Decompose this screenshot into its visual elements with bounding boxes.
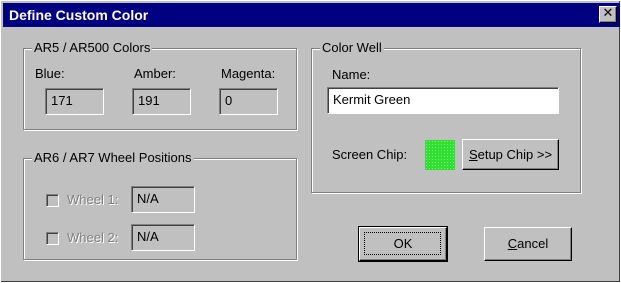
color-well-legend: Color Well <box>320 40 384 56</box>
amber-label: Amber: <box>134 66 176 81</box>
color-name-input[interactable]: Kermit Green <box>327 87 559 114</box>
cancel-button[interactable]: Cancel <box>484 227 572 261</box>
wheel1-label: Wheel 1: <box>67 192 119 207</box>
screen-chip-swatch <box>425 140 455 170</box>
ar5-colors-legend: AR5 / AR500 Colors <box>32 40 153 56</box>
ok-button[interactable]: OK <box>358 226 448 262</box>
name-label: Name: <box>332 67 371 82</box>
wheel2-label: Wheel 2: <box>67 230 119 245</box>
wheel1-field: N/A <box>131 186 195 213</box>
close-button[interactable]: ✕ <box>599 6 617 23</box>
amber-field: 191 <box>132 88 191 115</box>
screen-chip-label: Screen Chip: <box>332 147 408 162</box>
wheel2-checkbox[interactable] <box>46 232 59 245</box>
ar6-wheel-positions-group: AR6 / AR7 Wheel Positions Wheel 1: N/A W… <box>23 150 297 260</box>
define-custom-color-dialog: Define Custom Color ✕ AR5 / AR500 Colors… <box>0 0 621 283</box>
magenta-label: Magenta: <box>221 66 276 81</box>
blue-label: Blue: <box>35 66 65 81</box>
cancel-mnemonic: C <box>507 236 518 251</box>
color-well-group: Color Well Name: Kermit Green Screen Chi… <box>311 40 581 193</box>
window-title: Define Custom Color <box>9 7 149 23</box>
magenta-field: 0 <box>219 88 278 115</box>
title-bar[interactable]: Define Custom Color ✕ <box>3 3 620 27</box>
ar6-wheel-legend: AR6 / AR7 Wheel Positions <box>32 150 194 166</box>
wheel2-field: N/A <box>131 224 195 251</box>
setup-chip-button[interactable]: Setup Chip >> <box>462 139 559 170</box>
ar5-colors-group: AR5 / AR500 Colors Blue: Amber: Magenta:… <box>23 40 297 130</box>
wheel1-checkbox[interactable] <box>46 194 59 207</box>
close-icon: ✕ <box>602 6 614 21</box>
blue-field: 171 <box>45 88 104 115</box>
setup-chip-mnemonic: S <box>468 147 478 162</box>
ok-focus-rect <box>364 232 441 255</box>
cancel-label: ancel <box>517 236 549 251</box>
setup-chip-label: etup Chip >> <box>477 147 553 162</box>
